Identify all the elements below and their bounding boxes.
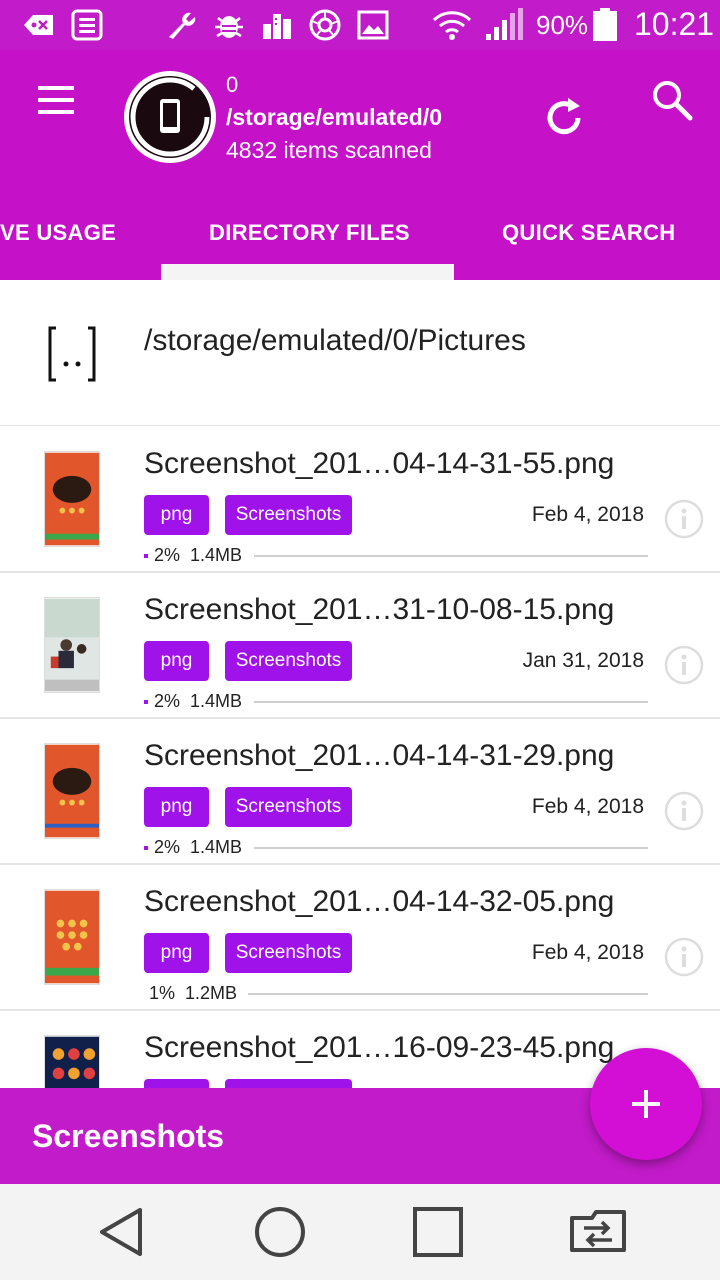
file-percent: 2%: [154, 837, 181, 857]
tab-usage[interactable]: VE USAGE: [0, 220, 116, 246]
parent-folder-icon: [48, 326, 96, 382]
file-row[interactable]: Screenshot_201…04-14-32-05.png png Scree…: [0, 865, 720, 1011]
file-thumbnail: [44, 597, 100, 693]
file-name: Screenshot_201…04-14-31-29.png: [144, 739, 615, 772]
system-nav-bar: [0, 1184, 720, 1280]
file-name: Screenshot_201…31-10-08-15.png: [144, 593, 615, 626]
file-size: 1.4MB: [190, 545, 243, 565]
info-icon[interactable]: [664, 791, 704, 831]
file-row[interactable]: Screenshot_201…04-14-31-55.png png Scree…: [0, 427, 720, 573]
search-icon[interactable]: [650, 78, 694, 122]
file-percent: 2%: [154, 545, 181, 565]
usage-bullet: [144, 846, 148, 851]
device-storage-icon[interactable]: [123, 70, 217, 164]
file-meta: 2% 1.4MB: [144, 545, 242, 566]
file-type-chip: png: [144, 641, 209, 681]
tab-indicator: [161, 264, 454, 280]
info-icon[interactable]: [664, 937, 704, 977]
file-name: Screenshot_201…04-14-31-55.png: [144, 447, 615, 480]
parent-directory-row[interactable]: /storage/emulated/0/Pictures: [0, 280, 720, 426]
storage-path: /storage/emulated/0: [226, 104, 443, 130]
file-meta: 2% 1.4MB: [144, 837, 242, 858]
add-button[interactable]: [590, 1048, 702, 1160]
switch-apps-icon[interactable]: [568, 1204, 628, 1260]
file-date: Feb 4, 2018: [531, 503, 644, 526]
usage-line: [254, 555, 648, 557]
wifi-icon: [432, 11, 472, 40]
back-icon[interactable]: [96, 1204, 152, 1260]
file-size: 1.4MB: [190, 837, 243, 857]
plus-icon: [632, 1090, 660, 1118]
file-meta: 2% 1.4MB: [144, 691, 242, 712]
refresh-icon[interactable]: [540, 94, 588, 142]
app-header: 0 /storage/emulated/0 4832 items scanned…: [0, 50, 720, 280]
info-icon[interactable]: [664, 645, 704, 685]
folder-chip: Screenshots: [225, 641, 352, 681]
usage-line: [248, 993, 648, 995]
file-thumbnail: [44, 743, 100, 839]
file-date: Feb 4, 2018: [531, 941, 644, 964]
file-date: Feb 4, 2018: [531, 795, 644, 818]
file-meta: 1% 1.2MB: [149, 983, 237, 1004]
bug-icon: [215, 16, 243, 38]
current-folder-title: Screenshots: [32, 1118, 225, 1154]
usage-bullet: [144, 700, 148, 705]
tag-notification-icon: [24, 15, 53, 35]
battery-icon: [593, 8, 617, 41]
file-thumbnail: [44, 889, 100, 985]
tab-quick-search[interactable]: QUICK SEARCH: [502, 220, 676, 246]
folder-chip: Screenshots: [225, 495, 352, 535]
tab-directory-files[interactable]: DIRECTORY FILES: [209, 220, 410, 246]
storage-count: 0: [226, 72, 239, 97]
file-percent: 1%: [149, 983, 176, 1003]
file-row[interactable]: Screenshot_201…04-14-31-29.png png Scree…: [0, 719, 720, 865]
file-type-chip: png: [144, 933, 209, 973]
recents-icon[interactable]: [410, 1204, 466, 1260]
parent-path: /storage/emulated/0/Pictures: [144, 324, 526, 357]
home-icon[interactable]: [252, 1204, 308, 1260]
file-type-chip: png: [144, 787, 209, 827]
usage-line: [254, 701, 648, 703]
clock: 10:21: [634, 6, 715, 42]
wrench-icon: [169, 12, 196, 39]
file-name: Screenshot_201…16-09-23-45.png: [144, 1031, 615, 1064]
file-thumbnail: [44, 451, 100, 547]
list-notification-icon: [71, 9, 103, 41]
usage-line: [254, 847, 648, 849]
signal-icon: [486, 8, 523, 40]
file-name: Screenshot_201…04-14-32-05.png: [144, 885, 615, 918]
status-bar: 90% 10:21: [0, 0, 720, 50]
folder-chip: Screenshots: [225, 787, 352, 827]
file-row[interactable]: Screenshot_201…31-10-08-15.png png Scree…: [0, 573, 720, 719]
file-percent: 2%: [154, 691, 181, 711]
image-icon: [357, 10, 389, 40]
shutter-icon: [309, 9, 341, 41]
battery-percent: 90%: [536, 10, 589, 40]
file-size: 1.4MB: [190, 691, 243, 711]
info-icon[interactable]: [664, 499, 704, 539]
file-type-chip: png: [144, 495, 209, 535]
file-date: Jan 31, 2018: [522, 649, 644, 672]
city-icon: [263, 14, 291, 39]
items-scanned: 4832 items scanned: [226, 137, 432, 163]
folder-chip: Screenshots: [225, 933, 352, 973]
hamburger-menu-icon[interactable]: [34, 80, 78, 120]
usage-bullet: [144, 554, 148, 559]
file-size: 1.2MB: [185, 983, 238, 1003]
